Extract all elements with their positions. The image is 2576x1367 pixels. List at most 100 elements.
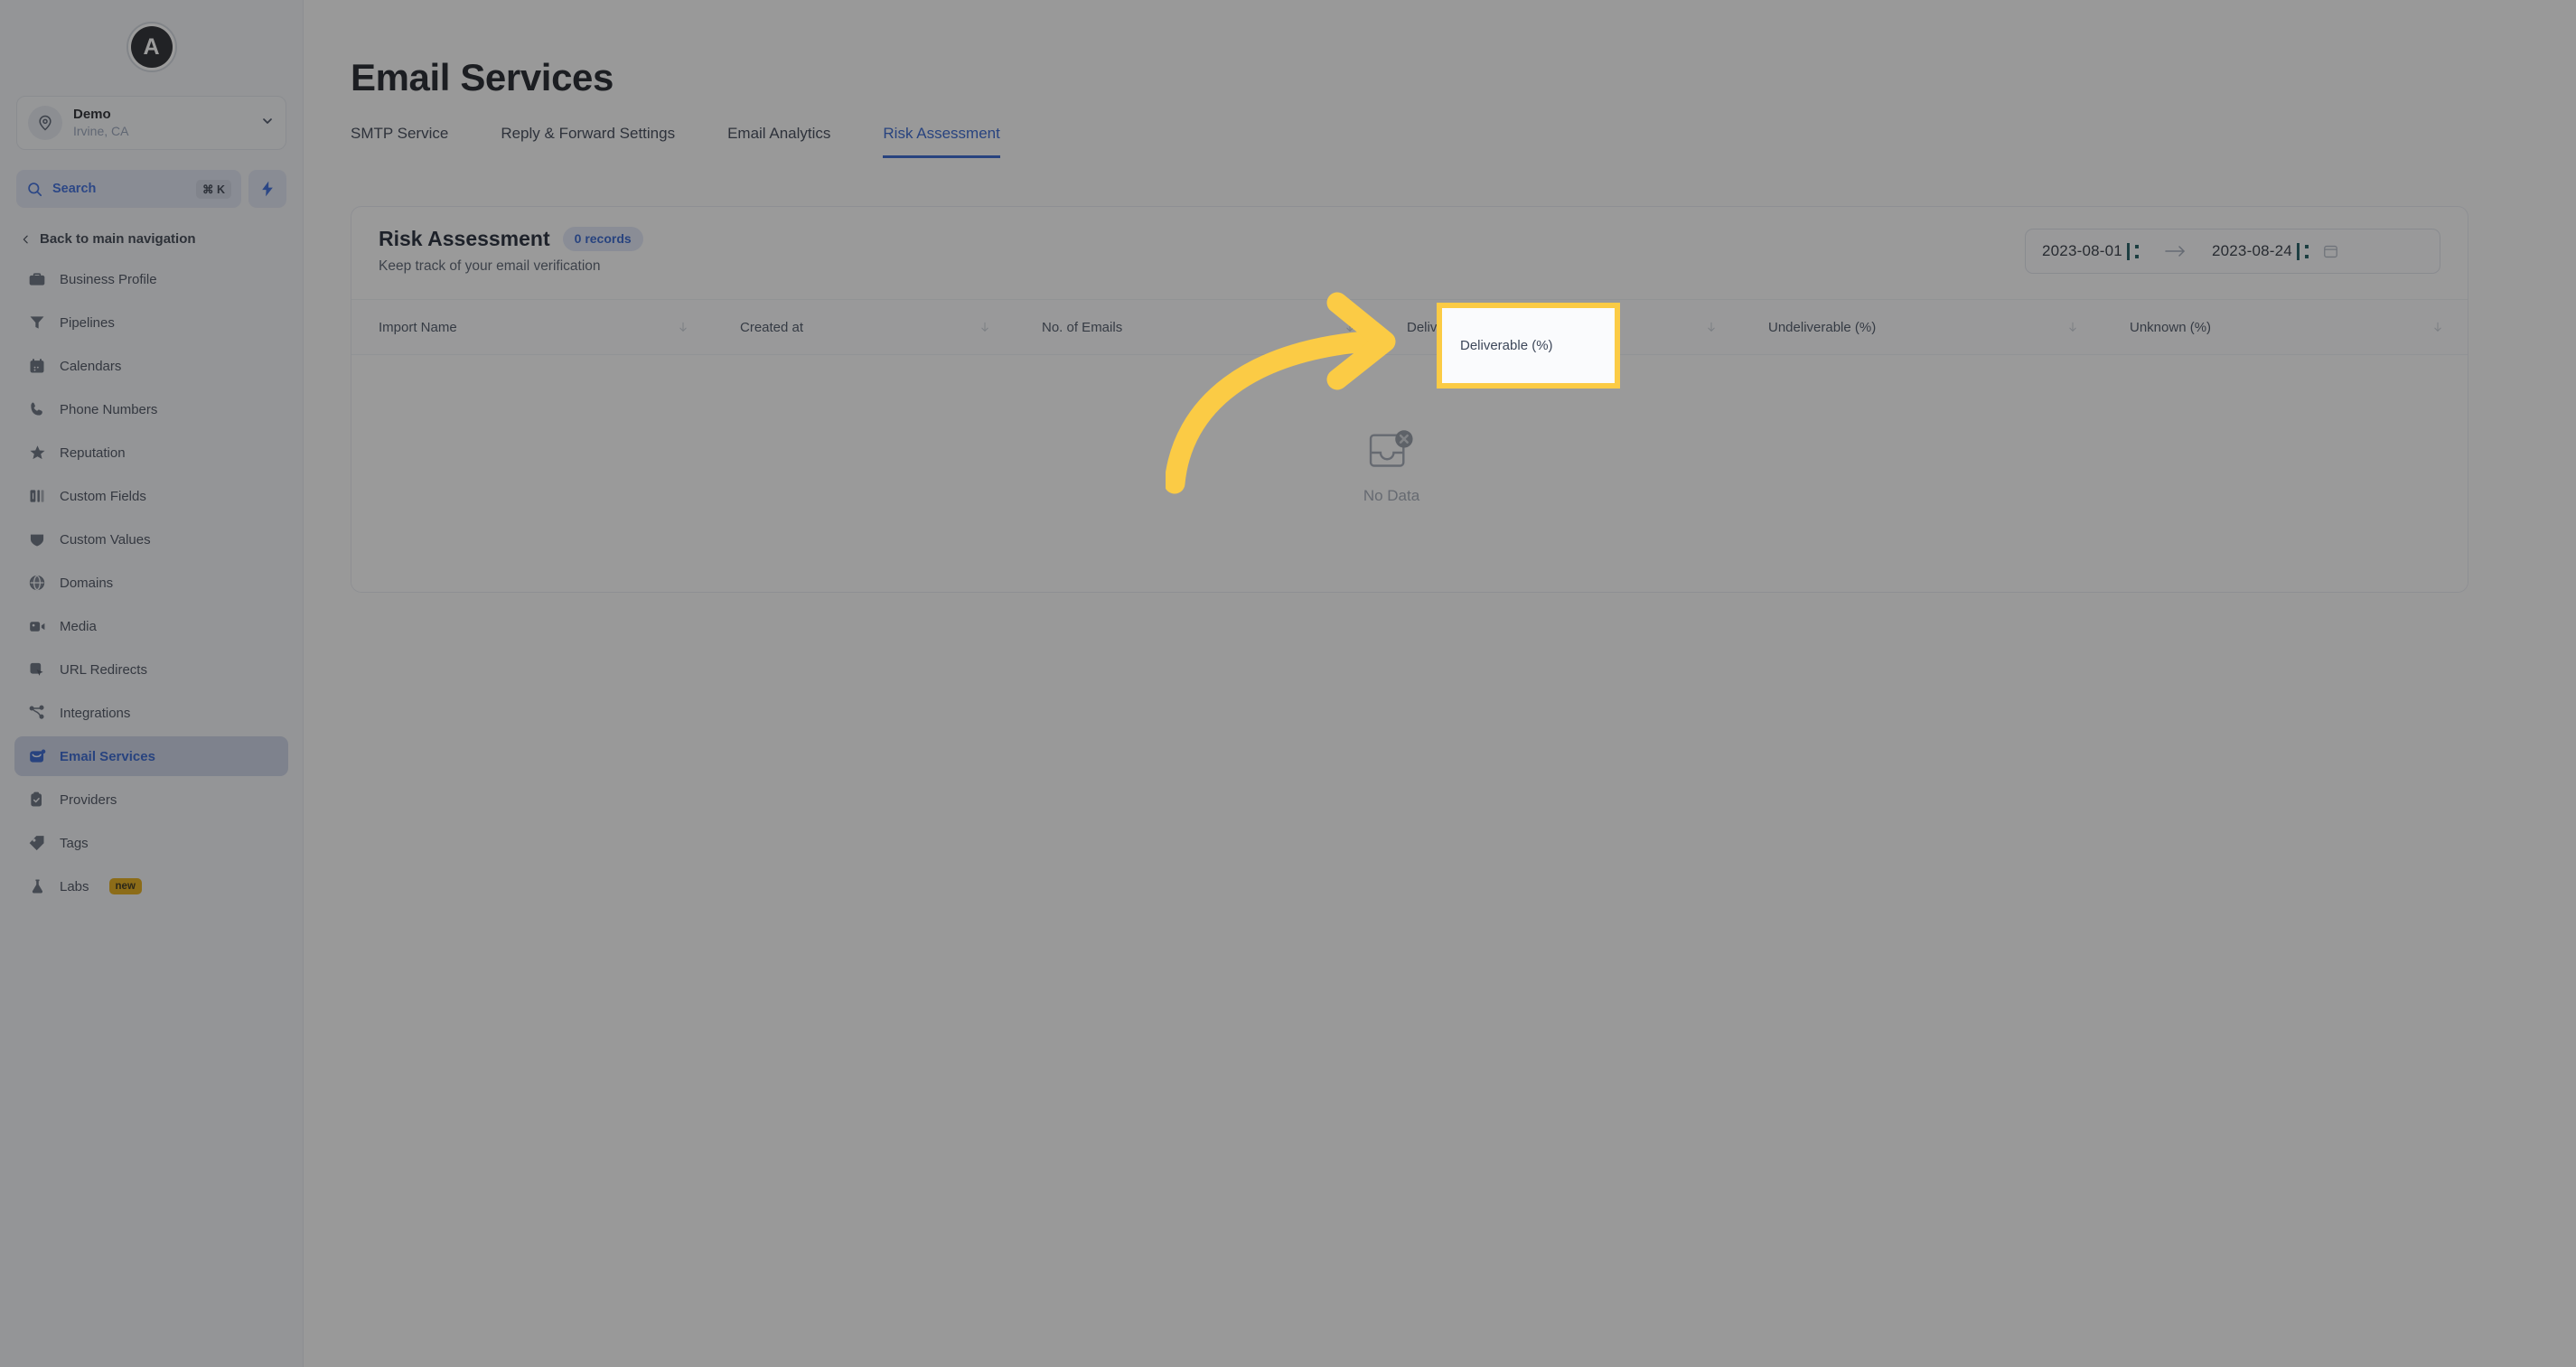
shield-icon	[27, 529, 47, 549]
chevron-down-icon	[260, 114, 275, 133]
page-title: Email Services	[351, 56, 614, 98]
sidebar-item-label: Tags	[60, 835, 89, 851]
chevron-left-icon	[20, 232, 32, 247]
briefcase-icon	[27, 269, 47, 289]
labs-new-badge: new	[108, 877, 142, 895]
nodes-icon	[27, 703, 47, 723]
calendar-icon	[27, 356, 47, 376]
column-header-created-at[interactable]: Created at	[713, 299, 1015, 355]
sidebar-item-label: Domains	[60, 575, 114, 591]
app-logo[interactable]: A	[0, 22, 303, 72]
location-pin-icon	[28, 106, 62, 140]
clipboard-check-icon	[27, 790, 47, 810]
sort-arrow-icon[interactable]	[1344, 320, 1356, 334]
sidebar-item-integrations[interactable]: Integrations	[14, 693, 288, 733]
sidebar-item-labs[interactable]: Labs new	[14, 866, 288, 906]
tab-email-analytics[interactable]: Email Analytics	[727, 125, 830, 158]
search-row: Search ⌘ K	[16, 170, 286, 208]
column-header-no-of-emails[interactable]: No. of Emails	[1015, 299, 1380, 355]
column-label: Import Name	[379, 319, 457, 335]
sort-arrow-icon[interactable]	[2431, 320, 2444, 334]
empty-state-label: No Data	[1363, 487, 1420, 504]
sidebar-item-label: Pipelines	[60, 314, 115, 331]
flask-icon	[27, 876, 47, 896]
location-sub: Irvine, CA	[73, 123, 129, 138]
sidebar-item-phone-numbers[interactable]: Phone Numbers	[14, 389, 288, 429]
date-range-picker[interactable]: 2023-08-01 2023-08-24	[2025, 229, 2440, 274]
card-header: Risk Assessment 0 records Keep track of …	[351, 207, 2468, 299]
sidebar-item-email-services[interactable]: Email Services	[14, 736, 288, 776]
back-to-main-navigation[interactable]: Back to main navigation	[20, 231, 303, 247]
sort-arrow-icon[interactable]	[2066, 320, 2079, 334]
caret-dots	[2134, 243, 2140, 260]
text-caret-end	[2296, 242, 2300, 260]
lightning-bolt-icon[interactable]	[248, 170, 286, 208]
tab-risk-assessment[interactable]: Risk Assessment	[883, 125, 1000, 158]
caret-dots-end	[2304, 243, 2309, 260]
sidebar: A Demo Irvine, CA Search ⌘ K Back to mai…	[0, 0, 304, 1367]
tag-icon	[27, 833, 47, 853]
sidebar-item-label: Phone Numbers	[60, 401, 158, 417]
sidebar-item-url-redirects[interactable]: URL Redirects	[14, 650, 288, 689]
logo-ring: A	[126, 22, 177, 72]
envelope-icon	[27, 746, 47, 766]
search-input[interactable]: Search ⌘ K	[16, 170, 241, 208]
sidebar-item-label: Business Profile	[60, 271, 157, 287]
column-label: Unknown (%)	[2130, 319, 2212, 335]
inbox-x-icon	[1365, 427, 1418, 478]
sidebar-item-custom-values[interactable]: Custom Values	[14, 520, 288, 559]
sidebar-item-label: URL Redirects	[60, 661, 147, 678]
funnel-icon	[27, 313, 47, 332]
column-label: No. of Emails	[1042, 319, 1123, 335]
empty-state: No Data	[1363, 427, 1419, 505]
app-window: A Demo Irvine, CA Search ⌘ K Back to mai…	[0, 0, 2576, 1367]
arrow-right-icon	[2165, 245, 2187, 257]
sidebar-item-media[interactable]: Media	[14, 606, 288, 646]
sidebar-item-label: Providers	[60, 791, 117, 808]
sidebar-item-business-profile[interactable]: Business Profile	[14, 259, 288, 299]
sidebar-item-label: Email Services	[60, 748, 155, 764]
back-label: Back to main navigation	[40, 231, 196, 247]
sidebar-item-custom-fields[interactable]: Custom Fields	[14, 476, 288, 516]
calendar-icon[interactable]	[2322, 243, 2339, 260]
date-range-start[interactable]: 2023-08-01	[2042, 242, 2122, 260]
sidebar-item-reputation[interactable]: Reputation	[14, 433, 288, 473]
column-header-import-name[interactable]: Import Name	[351, 299, 713, 355]
tab-reply-forward-settings[interactable]: Reply & Forward Settings	[501, 125, 675, 158]
column-header-unknown[interactable]: Unknown (%)	[2103, 299, 2468, 355]
logo-letter: A	[130, 26, 173, 68]
table-header-row: Import Name Created at No. of Emails Und…	[351, 299, 2468, 355]
column-header-undeliverable[interactable]: Undeliverable (%)	[1741, 299, 2103, 355]
sort-arrow-icon[interactable]	[1705, 320, 1718, 334]
sidebar-item-providers[interactable]: Providers	[14, 780, 288, 819]
columns-icon	[27, 486, 47, 506]
sidebar-item-label: Reputation	[60, 445, 126, 461]
text-caret	[2126, 242, 2130, 260]
table-body: No Data	[351, 355, 2468, 592]
sidebar-item-tags[interactable]: Tags	[14, 823, 288, 863]
cursor-box-icon	[27, 660, 47, 679]
column-label: Undeliverable (%)	[1768, 319, 1877, 335]
main-content: Email Services SMTP Service Reply & Forw…	[304, 0, 2576, 1367]
search-shortcut: ⌘ K	[196, 179, 231, 199]
sidebar-item-label: Integrations	[60, 705, 131, 721]
sort-arrow-icon[interactable]	[979, 320, 991, 334]
records-count-badge: 0 records	[562, 227, 643, 251]
highlight-label: Deliverable (%)	[1460, 338, 1553, 353]
card-title: Risk Assessment	[379, 227, 550, 250]
tab-smtp-service[interactable]: SMTP Service	[351, 125, 448, 158]
sort-arrow-icon[interactable]	[677, 320, 689, 334]
sidebar-item-calendars[interactable]: Calendars	[14, 346, 288, 386]
sidebar-item-label: Custom Fields	[60, 488, 146, 504]
tab-bar: SMTP Service Reply & Forward Settings Em…	[351, 125, 2576, 159]
sidebar-item-domains[interactable]: Domains	[14, 563, 288, 603]
highlight-deliverable-column-header[interactable]: Deliverable (%)	[1437, 303, 1620, 389]
phone-icon	[27, 399, 47, 419]
sidebar-item-pipelines[interactable]: Pipelines	[14, 303, 288, 342]
star-icon	[27, 443, 47, 463]
sidebar-item-label: Media	[60, 618, 97, 634]
location-switcher[interactable]: Demo Irvine, CA	[16, 96, 286, 150]
risk-assessment-card: Risk Assessment 0 records Keep track of …	[351, 206, 2468, 593]
column-label: Created at	[740, 319, 804, 335]
date-range-end[interactable]: 2023-08-24	[2212, 242, 2292, 260]
